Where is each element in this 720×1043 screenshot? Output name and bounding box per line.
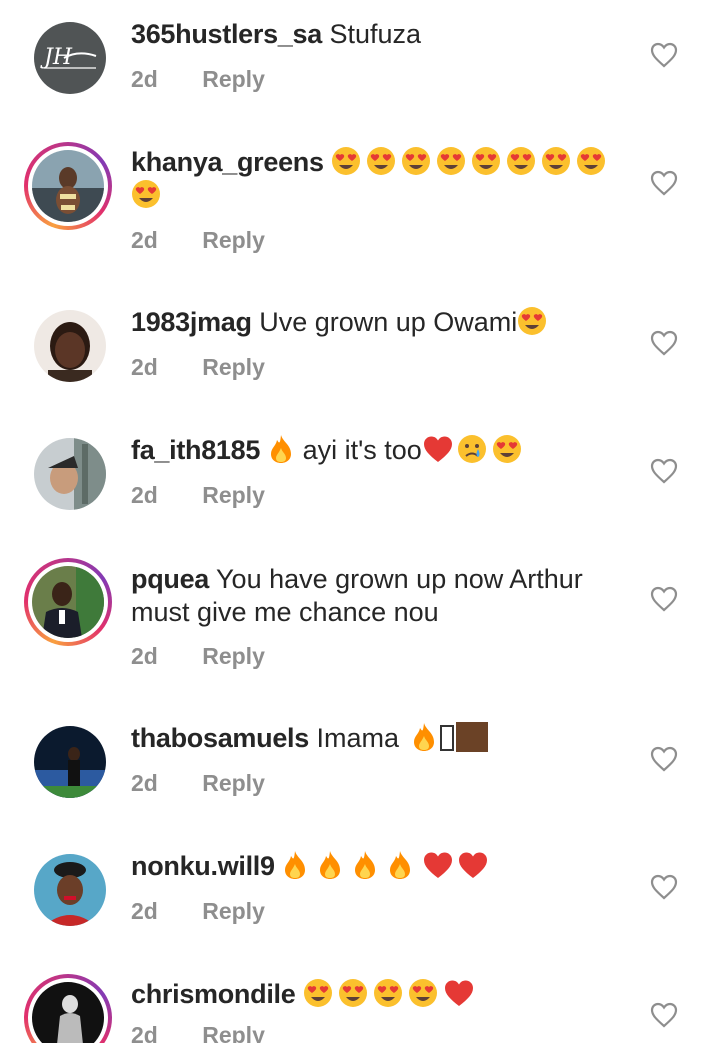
comment-timestamp: 2d xyxy=(131,643,158,669)
comment-username[interactable]: fa_ith8185 xyxy=(131,435,260,465)
comment-username[interactable]: 365hustlers_sa xyxy=(131,19,322,49)
reply-button[interactable]: Reply xyxy=(202,66,265,92)
fire-emoji xyxy=(320,851,341,879)
comment-timestamp: 2d xyxy=(131,66,158,92)
comment-username[interactable]: nonku.will9 xyxy=(131,851,275,881)
heart-eyes-emoji xyxy=(367,147,396,175)
comment-meta: 2d Reply xyxy=(131,1022,265,1043)
red-heart-emoji xyxy=(423,436,452,462)
comment-meta: 2d Reply xyxy=(131,227,265,254)
red-heart-emoji xyxy=(424,852,453,878)
heart-outline-icon[interactable] xyxy=(650,170,678,196)
heart-outline-icon[interactable] xyxy=(650,458,678,484)
comment-meta: 2d Reply xyxy=(131,482,265,509)
comment-text: fa_ith8185 ayi it's too xyxy=(131,434,620,467)
comment-body: Imama xyxy=(316,723,399,753)
comment-text: khanya_greens xyxy=(131,146,620,212)
heart-outline-icon[interactable] xyxy=(650,42,678,68)
avatar[interactable] xyxy=(30,434,110,514)
heart-outline-icon[interactable] xyxy=(650,746,678,772)
heart-eyes-emoji xyxy=(437,147,466,175)
avatar[interactable] xyxy=(24,558,112,646)
missing-glyph-box xyxy=(439,725,454,751)
comment-meta: 2d Reply xyxy=(131,770,265,797)
comment-timestamp: 2d xyxy=(131,482,158,508)
comment-meta: 2d Reply xyxy=(131,354,265,381)
heart-outline-icon[interactable] xyxy=(650,586,678,612)
avatar[interactable] xyxy=(24,974,112,1043)
comment-timestamp: 2d xyxy=(131,770,158,796)
heart-outline-icon[interactable] xyxy=(650,874,678,900)
red-heart-emoji xyxy=(459,852,488,878)
comment-timestamp: 2d xyxy=(131,227,158,253)
svg-text:JH: JH xyxy=(40,45,73,70)
reply-button[interactable]: Reply xyxy=(202,1022,265,1043)
comment-username[interactable]: pquea xyxy=(131,564,209,594)
avatar[interactable] xyxy=(30,306,110,386)
reply-button[interactable]: Reply xyxy=(202,227,265,253)
fire-emoji xyxy=(390,851,411,879)
comment-timestamp: 2d xyxy=(131,354,158,380)
comment-username[interactable]: chrismondile xyxy=(131,979,296,1009)
comment-text: thabosamuels Imama xyxy=(131,722,620,755)
comments-list: JH 365hustlers_sa Stufuza 2d Reply khany… xyxy=(0,0,720,1043)
comment-body: Uve grown up Owami xyxy=(259,307,518,337)
fire-emoji xyxy=(285,851,306,879)
comment-text: 1983jmag Uve grown up Owami xyxy=(131,306,620,339)
reply-button[interactable]: Reply xyxy=(202,482,265,508)
heart-eyes-emoji xyxy=(402,147,431,175)
avatar[interactable] xyxy=(24,142,112,230)
reply-button[interactable]: Reply xyxy=(202,354,265,380)
fire-emoji xyxy=(355,851,376,879)
comment-timestamp: 2d xyxy=(131,898,158,924)
avatar[interactable] xyxy=(30,722,110,802)
crying-face-emoji xyxy=(457,435,486,463)
heart-eyes-emoji xyxy=(507,147,536,175)
fire-emoji xyxy=(413,723,434,751)
heart-eyes-emoji xyxy=(338,979,367,1007)
heart-eyes-emoji xyxy=(332,147,361,175)
heart-eyes-emoji xyxy=(518,307,547,335)
reply-button[interactable]: Reply xyxy=(202,643,265,669)
comment-text: nonku.will9 xyxy=(131,850,620,883)
comment-body: ayi it's too xyxy=(302,435,422,465)
comment-text: 365hustlers_sa Stufuza xyxy=(131,18,620,51)
fire-emoji xyxy=(270,435,291,463)
comment-meta: 2d Reply xyxy=(131,898,265,925)
brown-square-emoji xyxy=(455,722,488,752)
red-heart-emoji xyxy=(444,980,473,1006)
reply-button[interactable]: Reply xyxy=(202,770,265,796)
comment-text: chrismondile xyxy=(131,978,620,1011)
heart-eyes-emoji xyxy=(577,147,606,175)
comment-username[interactable]: 1983jmag xyxy=(131,307,252,337)
heart-eyes-emoji xyxy=(492,435,521,463)
comment-body: Stufuza xyxy=(329,19,422,49)
heart-eyes-emoji xyxy=(472,147,501,175)
avatar[interactable]: JH xyxy=(30,18,110,98)
comment-text: pquea You have grown up now Arthur must … xyxy=(131,563,620,629)
comment-username[interactable]: thabosamuels xyxy=(131,723,309,753)
reply-button[interactable]: Reply xyxy=(202,898,265,924)
comment-meta: 2d Reply xyxy=(131,66,265,93)
comment-timestamp: 2d xyxy=(131,1022,158,1043)
heart-eyes-emoji xyxy=(542,147,571,175)
heart-eyes-emoji xyxy=(132,180,160,208)
heart-eyes-emoji xyxy=(408,979,437,1007)
heart-outline-icon[interactable] xyxy=(650,1002,678,1028)
comment-meta: 2d Reply xyxy=(131,643,265,670)
comment-username[interactable]: khanya_greens xyxy=(131,147,324,177)
avatar[interactable] xyxy=(30,850,110,930)
heart-outline-icon[interactable] xyxy=(650,330,678,356)
heart-eyes-emoji xyxy=(373,979,402,1007)
heart-eyes-emoji xyxy=(303,979,332,1007)
